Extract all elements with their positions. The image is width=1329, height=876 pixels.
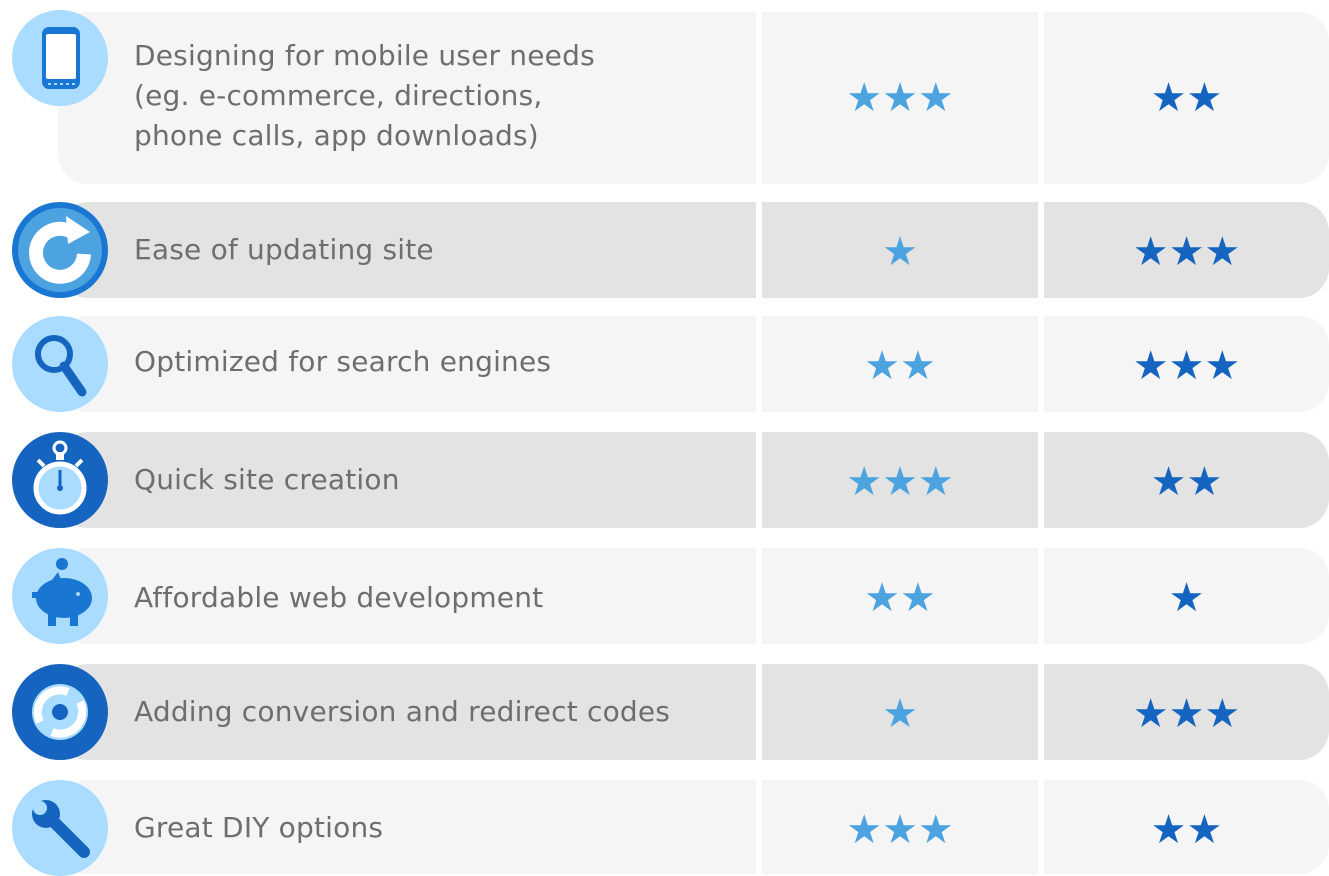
- rating-stars-col1: ★★★: [846, 75, 954, 121]
- feature-label: Designing for mobile user needs (eg. e-c…: [134, 39, 595, 152]
- rating-stars-col1: ★★★: [846, 807, 954, 853]
- feature-label: Optimized for search engines: [134, 345, 552, 378]
- rating-stars-col1: ★★★: [846, 459, 954, 505]
- feature-label: Affordable web development: [134, 581, 544, 614]
- rating-stars-col2: ★: [1168, 575, 1205, 621]
- feature-label: Adding conversion and redirect codes: [134, 695, 671, 728]
- rating-stars-col2: ★★: [1150, 807, 1223, 853]
- magnifier-icon: [12, 316, 108, 412]
- rating-stars-col2: ★★: [1150, 459, 1223, 505]
- mobile-phone-icon: [12, 10, 108, 106]
- wrench-icon: [12, 780, 108, 876]
- rating-stars-col2: ★★★: [1132, 691, 1241, 737]
- rating-stars-col2: ★★★: [1132, 229, 1241, 275]
- rating-stars-col1: ★: [882, 229, 918, 275]
- comparison-table: Designing for mobile user needs (eg. e-c…: [0, 0, 1329, 876]
- rating-stars-col2: ★★: [1150, 75, 1223, 121]
- refresh-arrow-icon: [12, 202, 108, 298]
- rating-stars-col1: ★★: [864, 343, 936, 389]
- rating-stars-col1: ★: [882, 691, 918, 737]
- rating-stars-col2: ★★★: [1132, 343, 1241, 389]
- rating-stars-col1: ★★: [864, 575, 936, 621]
- feature-label: Quick site creation: [134, 463, 400, 496]
- sync-arrows-icon: [12, 664, 108, 760]
- piggy-bank-icon: [12, 548, 108, 644]
- stopwatch-icon: [12, 432, 108, 528]
- feature-label: Great DIY options: [134, 811, 384, 844]
- feature-label: Ease of updating site: [134, 233, 434, 266]
